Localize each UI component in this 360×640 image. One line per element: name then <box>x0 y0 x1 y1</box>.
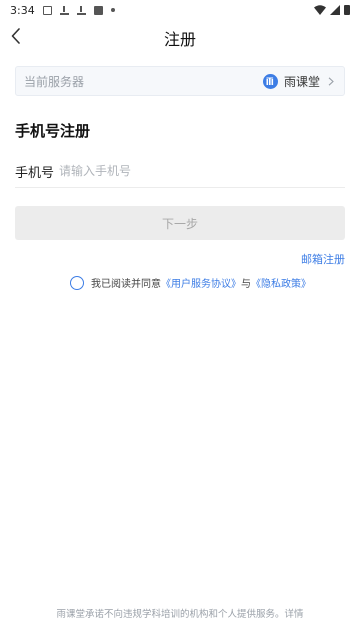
status-right <box>314 5 350 15</box>
download-icon <box>76 5 86 15</box>
phone-label: 手机号 <box>15 165 55 181</box>
rain-classroom-logo-icon <box>262 73 278 89</box>
server-label: 当前服务器 <box>24 74 85 89</box>
agreement-row: 我已阅读并同意 《用户服务协议》 与 《隐私政策》 <box>70 275 311 290</box>
download-icon <box>59 5 69 15</box>
agreement-connector: 与 <box>241 279 251 290</box>
status-time: 3:34 <box>10 3 35 17</box>
agreement-checkbox[interactable] <box>70 275 84 290</box>
footer-notice[interactable]: 雨课堂承诺不向违规学科培训的机构和个人提供服务。详情 <box>0 606 360 620</box>
register-screen: 3:34 注册 当前服务器 雨课堂 手机号注册 手机号 请输入手机号 下一步 邮… <box>0 0 360 640</box>
phone-input[interactable] <box>59 164 345 178</box>
status-bar: 3:34 <box>0 0 360 20</box>
privacy-policy-link[interactable]: 《隐私政策》 <box>251 275 311 290</box>
chevron-right-icon <box>326 76 336 86</box>
more-notifications-dot-icon <box>110 8 115 12</box>
header: 注册 <box>0 20 360 52</box>
battery-icon <box>344 5 350 15</box>
section-title: 手机号注册 <box>15 122 91 140</box>
app-notification-icon <box>93 5 103 15</box>
phone-field-row: 手机号 <box>15 155 345 188</box>
server-selector[interactable]: 当前服务器 雨课堂 <box>15 66 345 96</box>
agreement-prefix: 我已阅读并同意 <box>91 279 161 290</box>
next-step-button[interactable]: 下一步 <box>15 206 345 240</box>
server-current: 雨课堂 <box>262 73 336 90</box>
signal-icon <box>330 5 340 15</box>
page-title: 注册 <box>163 30 196 49</box>
email-register-link[interactable]: 邮箱注册 <box>301 251 345 267</box>
photo-notification-icon <box>42 5 52 15</box>
server-name: 雨课堂 <box>283 74 320 89</box>
status-left: 3:34 <box>10 4 115 17</box>
wifi-icon <box>314 5 326 15</box>
user-agreement-link[interactable]: 《用户服务协议》 <box>161 275 241 290</box>
